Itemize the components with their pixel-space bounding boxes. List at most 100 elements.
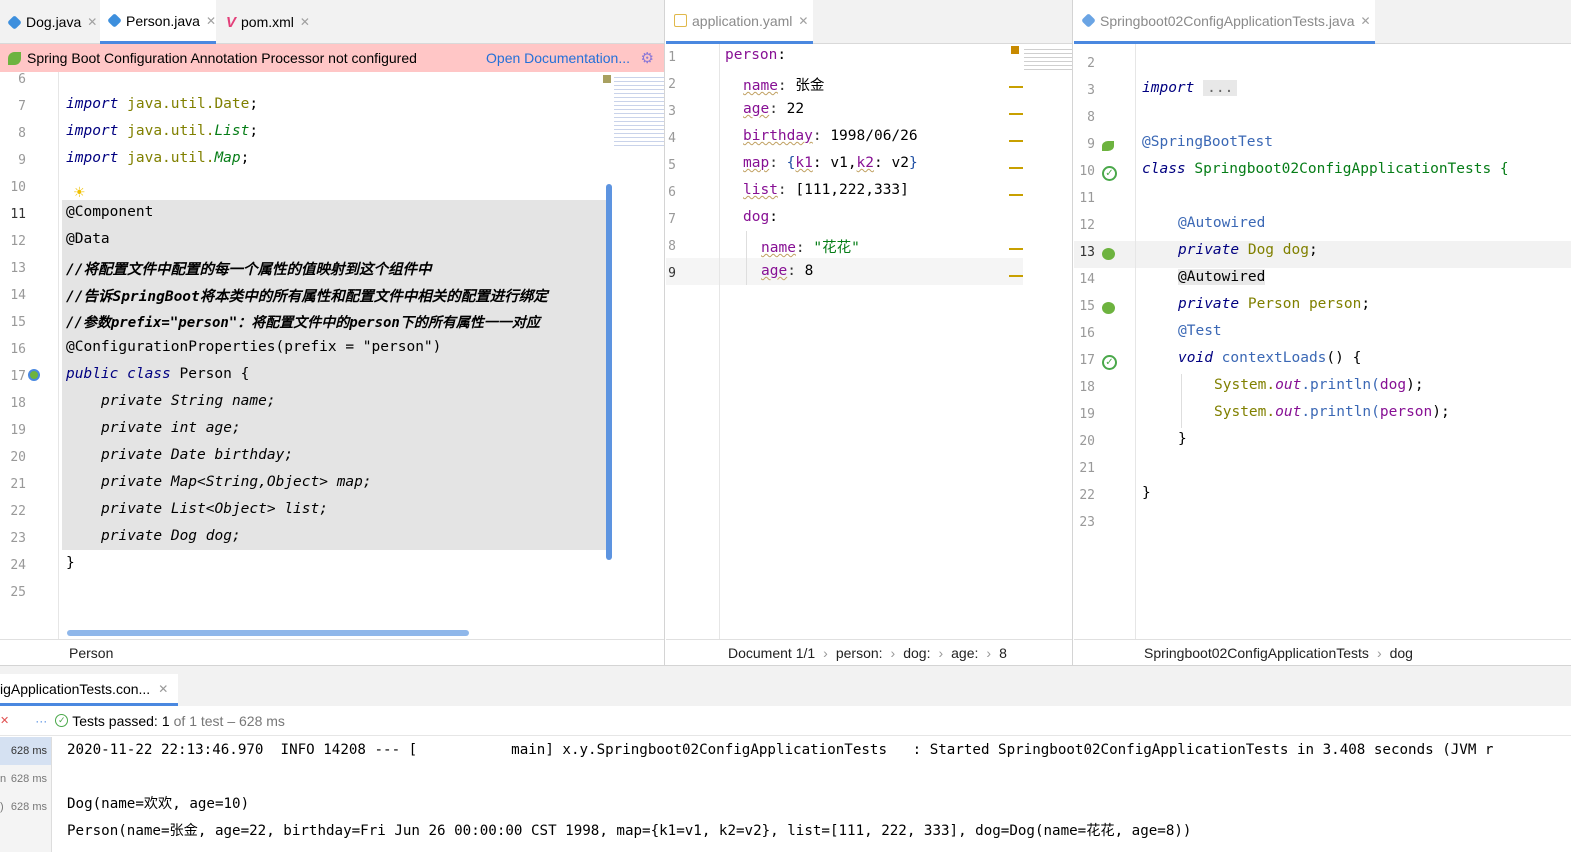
breadcrumb-item[interactable]: Person	[69, 645, 113, 661]
tab-label: pom.xml	[241, 14, 294, 30]
code-editor-yaml[interactable]: 1 2 3 4 5 6 7 8 9 person: name: 张金 age: …	[666, 44, 1072, 639]
yaml-icon	[674, 14, 687, 27]
line-number: 10	[1079, 164, 1095, 179]
lightbulb-icon[interactable]: ☀	[73, 184, 86, 201]
console-output[interactable]: 2020-11-22 22:13:46.970 INFO 14208 --- […	[52, 737, 1571, 852]
test-tree-row[interactable]: ) 628 ms	[0, 793, 51, 821]
close-icon[interactable]: ✕	[87, 15, 97, 29]
line-number: 9	[18, 153, 26, 168]
line-number: 8	[18, 126, 26, 141]
test-passed-icon[interactable]: ✓	[1102, 355, 1117, 370]
tab-person-java[interactable]: Person.java ✕	[100, 0, 216, 44]
yaml-line: list: [111,222,333]	[743, 182, 909, 198]
code-line: class Springboot02ConfigApplicationTests…	[1142, 161, 1509, 177]
tests-passed-label: Tests passed:	[72, 712, 158, 729]
spring-bean-gutter-icon[interactable]	[28, 369, 40, 381]
java-class-icon	[1081, 13, 1096, 28]
yaml-line: age: 22	[743, 101, 805, 117]
tab-label: Dog.java	[26, 14, 82, 30]
line-number: 2	[1087, 56, 1095, 71]
run-tab-label: igApplicationTests.con...	[0, 680, 151, 697]
line-number: 8	[668, 239, 676, 254]
line-number: 24	[10, 558, 26, 573]
run-tabbar: igApplicationTests.con... ✕	[0, 666, 1571, 706]
line-number: 11	[10, 207, 26, 222]
line-number: 9	[1087, 137, 1095, 152]
code-line: void contextLoads() {	[1178, 350, 1362, 366]
editor-tabbar-left: Dog.java ✕ Person.java ✕ V pom.xml ✕	[0, 0, 664, 44]
line-number: 14	[1079, 272, 1095, 287]
warning-marker[interactable]	[1011, 46, 1019, 54]
code-editor-person[interactable]: 6 7 8 9 10 11 12 13 14 15 16 17 18 19 20…	[0, 72, 664, 639]
close-icon[interactable]: ✕	[1361, 14, 1371, 28]
close-icon[interactable]: ✕	[300, 15, 310, 29]
breadcrumb-item[interactable]: age:	[951, 645, 978, 661]
test-tree-row[interactable]: 628 ms	[0, 737, 51, 765]
run-config-tab[interactable]: igApplicationTests.con... ✕	[0, 674, 179, 706]
test-passed-icon[interactable]: ✓	[1102, 166, 1117, 181]
close-icon[interactable]: ✕	[158, 682, 168, 696]
tab-pom-xml[interactable]: V pom.xml ✕	[218, 0, 318, 44]
code-editor-tests[interactable]: 2 3 8 9 10 11 12 13 14 15 16 17 18 19 20…	[1074, 44, 1571, 639]
code-line: System.out.println(dog);	[1214, 377, 1424, 393]
spring-bean-gutter-icon[interactable]	[1102, 302, 1115, 314]
minimap[interactable]	[614, 74, 664, 149]
breadcrumb-item[interactable]: person:	[836, 645, 883, 661]
tab-application-yaml[interactable]: application.yaml ✕	[666, 0, 813, 44]
horizontal-scrollbar[interactable]	[67, 630, 469, 636]
line-number: 7	[18, 99, 26, 114]
stop-icon[interactable]: ✕	[0, 714, 9, 727]
line-number: 17	[1079, 353, 1095, 368]
chevron-right-icon: ›	[986, 644, 992, 661]
code-line: private int age;	[101, 420, 241, 436]
gear-icon[interactable]: ⚙	[641, 49, 654, 67]
breadcrumb-item[interactable]: dog	[1390, 645, 1413, 661]
minimap[interactable]	[1024, 46, 1072, 72]
tab-dog-java[interactable]: Dog.java ✕	[0, 0, 98, 44]
test-tree-row[interactable]: n 628 ms	[0, 765, 51, 793]
line-number: 16	[1079, 326, 1095, 341]
folded-imports[interactable]: ...	[1203, 80, 1238, 96]
breadcrumb-item[interactable]: Document 1/1	[728, 645, 815, 661]
breadcrumb-item[interactable]: Springboot02ConfigApplicationTests	[1144, 645, 1369, 661]
code-line: private Date birthday;	[101, 447, 294, 463]
test-duration: 628 ms	[10, 773, 47, 785]
test-duration: 628 ms	[10, 745, 47, 757]
test-duration: 628 ms	[10, 801, 47, 813]
code-line: import java.util.Date;	[66, 96, 259, 112]
warning-marker[interactable]	[603, 75, 611, 83]
code-line: @Component	[66, 204, 154, 220]
test-tree-prefix: n	[0, 773, 7, 785]
console-line: 2020-11-22 22:13:46.970 INFO 14208 --- […	[67, 742, 1494, 758]
tab-springboot-tests-java[interactable]: Springboot02ConfigApplicationTests.java …	[1074, 0, 1375, 44]
line-number: 15	[1079, 299, 1095, 314]
editor-tabbar-mid: application.yaml ✕	[666, 0, 1072, 44]
more-icon[interactable]: ···	[35, 714, 47, 728]
code-line: import java.util.Map;	[66, 150, 250, 166]
breadcrumb-item[interactable]: dog:	[903, 645, 930, 661]
banner-message: Spring Boot Configuration Annotation Pro…	[27, 50, 417, 66]
code-line: @SpringBootTest	[1142, 134, 1273, 150]
test-results-tree[interactable]: 628 ms n 628 ms ) 628 ms	[0, 737, 52, 852]
line-number: 1	[668, 50, 676, 65]
spring-leaf-icon[interactable]	[1102, 141, 1114, 151]
tab-label: Person.java	[126, 12, 200, 29]
line-number: 6	[18, 72, 26, 87]
code-line: }	[1178, 431, 1187, 447]
line-number: 8	[1087, 110, 1095, 125]
open-documentation-link[interactable]: Open Documentation...	[486, 50, 630, 66]
code-line: private Dog dog;	[101, 528, 241, 544]
close-icon[interactable]: ✕	[206, 14, 216, 28]
close-icon[interactable]: ✕	[798, 14, 808, 28]
line-number: 20	[10, 450, 26, 465]
breadcrumb-bar: Springboot02ConfigApplicationTests › dog	[1074, 639, 1571, 665]
test-passed-icon: ✓	[55, 714, 69, 727]
spring-bean-gutter-icon[interactable]	[1102, 248, 1115, 260]
code-line: System.out.println(person);	[1214, 404, 1450, 420]
yaml-line: dog:	[743, 209, 778, 225]
line-number: 11	[1079, 191, 1095, 206]
java-class-icon	[7, 14, 22, 30]
vertical-scrollbar[interactable]	[606, 184, 612, 560]
breadcrumb-item[interactable]: 8	[999, 645, 1007, 661]
yaml-line: name: 张金	[743, 78, 825, 94]
